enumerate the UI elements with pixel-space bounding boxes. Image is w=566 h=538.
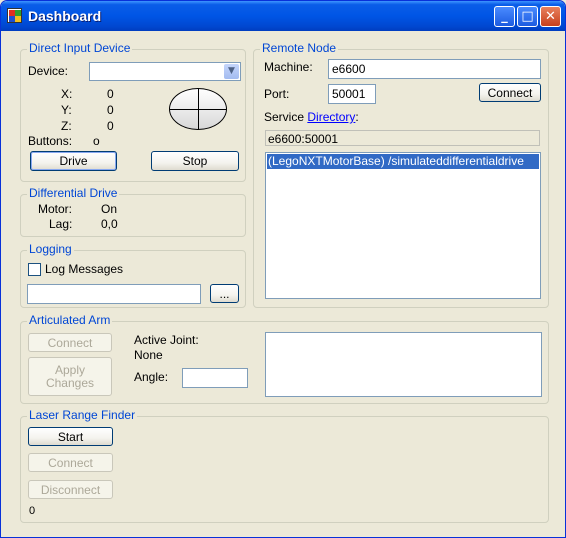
motor-value: On — [101, 202, 118, 216]
apply-changes-button[interactable]: Apply Changes — [28, 357, 112, 396]
direct-input-group: Direct Input Device Device: ▼ X: 0 Y: 0 … — [20, 41, 246, 182]
apply-changes-line1: Apply — [54, 362, 86, 377]
x-value: 0 — [107, 87, 114, 101]
z-value: 0 — [107, 119, 114, 133]
articulated-arm-group: Articulated Arm Connect Apply Changes Ac… — [20, 313, 549, 404]
arm-connect-button[interactable]: Connect — [28, 333, 112, 352]
angle-input[interactable] — [182, 368, 248, 388]
motor-label: Motor: — [38, 202, 73, 216]
lag-label: Lag: — [49, 217, 73, 231]
lag-value: 0,0 — [101, 217, 118, 231]
logging-group: Logging Log Messages ... — [20, 242, 246, 308]
remote-node-group: Remote Node Machine: e6600 Port: 50001 C… — [253, 41, 549, 308]
services-listbox[interactable]: (LegoNXTMotorBase) /simulateddifferentia… — [265, 152, 541, 299]
laser-connect-button[interactable]: Connect — [28, 453, 113, 472]
laser-start-button[interactable]: Start — [28, 427, 113, 446]
remote-connect-button[interactable]: Connect — [479, 83, 541, 102]
maximize-button[interactable]: □ — [517, 6, 538, 27]
active-joint-value: None — [134, 348, 163, 362]
buttons-label: Buttons: — [28, 134, 73, 148]
laser-status-value: 0 — [29, 505, 36, 517]
stop-button[interactable]: Stop — [151, 151, 239, 171]
client-area: Direct Input Device Device: ▼ X: 0 Y: 0 … — [4, 31, 562, 536]
close-button[interactable]: ✕ — [540, 6, 561, 27]
y-value: 0 — [107, 103, 114, 117]
directory-link[interactable]: Directory — [307, 110, 355, 124]
arm-joints-listbox[interactable] — [265, 332, 542, 397]
service-label-text: Service — [264, 110, 308, 124]
y-label: Y: — [61, 103, 72, 117]
title-bar[interactable]: Dashboard _ □ ✕ — [1, 1, 565, 31]
service-directory-label: Service Directory: — [264, 110, 359, 124]
x-label: X: — [61, 87, 73, 101]
log-messages-label[interactable]: Log Messages — [45, 262, 123, 276]
device-label: Device: — [28, 64, 69, 78]
service-suffix: : — [355, 110, 359, 124]
dashboard-window: Dashboard _ □ ✕ Direct Input Device Devi… — [0, 0, 566, 538]
laser-range-finder-title: Laser Range Finder — [27, 408, 138, 422]
joystick-pad[interactable] — [169, 88, 227, 130]
differential-drive-title: Differential Drive — [27, 186, 120, 200]
window-title: Dashboard — [28, 8, 102, 24]
direct-input-title: Direct Input Device — [27, 41, 133, 55]
remote-node-title: Remote Node — [260, 41, 339, 55]
port-label: Port: — [264, 87, 290, 101]
minimize-button[interactable]: _ — [494, 6, 515, 27]
machine-input[interactable]: e6600 — [328, 59, 541, 79]
laser-disconnect-button[interactable]: Disconnect — [28, 480, 113, 499]
differential-drive-group: Differential Drive Motor: On Lag: 0,0 — [20, 186, 246, 237]
machine-label: Machine: — [264, 60, 313, 74]
port-input[interactable]: 50001 — [328, 84, 376, 104]
log-messages-checkbox[interactable] — [28, 263, 41, 276]
logging-title: Logging — [27, 242, 74, 256]
service-address-field: e6600:50001 — [265, 130, 540, 146]
angle-label: Angle: — [134, 370, 169, 384]
laser-range-finder-group: Laser Range Finder Start Connect Disconn… — [20, 408, 549, 523]
z-label: Z: — [61, 119, 72, 133]
list-item[interactable]: (LegoNXTMotorBase) /simulateddifferentia… — [267, 154, 539, 169]
apply-changes-line2: Changes — [45, 375, 95, 390]
buttons-value: o — [93, 134, 100, 148]
browse-button[interactable]: ... — [210, 284, 239, 303]
drive-button[interactable]: Drive — [30, 151, 117, 171]
device-dropdown[interactable]: ▼ — [89, 62, 241, 81]
articulated-arm-title: Articulated Arm — [27, 313, 113, 327]
active-joint-label: Active Joint: — [134, 333, 199, 347]
app-icon — [7, 8, 22, 23]
log-path-input[interactable] — [27, 284, 201, 304]
chevron-down-icon[interactable]: ▼ — [224, 64, 239, 79]
